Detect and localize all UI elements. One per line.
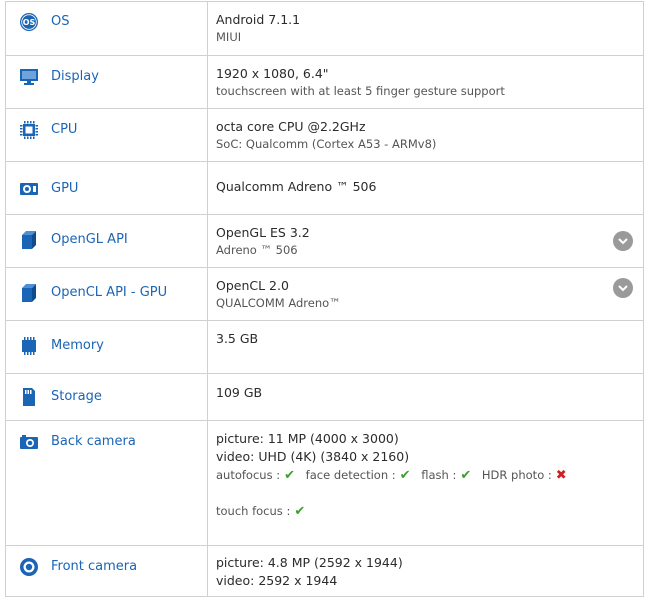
feature-hdr-photo: HDR photo : ✖ (481, 468, 567, 483)
cube-icon (18, 229, 40, 251)
opencl-version: OpenCL 2.0 (216, 278, 289, 293)
cpu-spec: octa core CPU @2.2GHz (216, 119, 366, 134)
row-label-display: Display (51, 69, 99, 84)
label-cell-storage: Storage (6, 374, 208, 420)
feature-flash: flash : ✔ (421, 468, 472, 483)
front-camera-icon (18, 556, 40, 578)
row-label-storage: Storage (51, 389, 102, 404)
front-camera-picture: picture: 4.8 MP (2592 x 1944) (216, 555, 403, 570)
label-cell-front-camera: Front camera (6, 546, 208, 596)
row-label-gpu: GPU (51, 181, 79, 196)
cross-icon: ✖ (555, 468, 567, 483)
back-camera-video: video: UHD (4K) (3840 x 2160) (216, 449, 410, 464)
value-cell-memory: 3.5 GB (208, 321, 643, 373)
value-cell-display: 1920 x 1080, 6.4" touchscreen with at le… (208, 56, 643, 108)
back-camera-picture: picture: 11 MP (4000 x 3000) (216, 431, 399, 446)
check-icon: ✔ (399, 468, 411, 483)
value-cell-storage: 109 GB (208, 374, 643, 420)
camera-icon (18, 431, 40, 453)
os-skin: MIUI (216, 30, 242, 44)
row-label-back-camera: Back camera (51, 434, 136, 449)
chevron-down-icon (618, 284, 628, 291)
value-cell-opengl: OpenGL ES 3.2 Adreno ™ 506 (208, 215, 643, 267)
row-label-memory: Memory (51, 338, 104, 353)
cube-icon (18, 282, 40, 304)
label-cell-display: Display (6, 56, 208, 108)
monitor-icon (18, 66, 40, 88)
row-label-cpu: CPU (51, 122, 78, 137)
label-cell-back-camera: Back camera (6, 421, 208, 545)
row-os: OS OS Android 7.1.1 MIUI (6, 2, 643, 55)
row-back-camera: Back camera picture: 11 MP (4000 x 3000)… (6, 420, 643, 545)
value-cell-back-camera: picture: 11 MP (4000 x 3000) video: UHD … (208, 421, 643, 545)
gpu-spec: Qualcomm Adreno ™ 506 (216, 179, 377, 194)
label-cell-opencl: OpenCL API - GPU (6, 268, 208, 320)
row-opengl: OpenGL API OpenGL ES 3.2 Adreno ™ 506 (6, 214, 643, 267)
front-camera-video: video: 2592 x 1944 (216, 573, 338, 588)
os-icon: OS (18, 11, 40, 33)
row-gpu: GPU Qualcomm Adreno ™ 506 (6, 161, 643, 214)
storage-size: 109 GB (216, 385, 263, 400)
check-icon: ✔ (284, 468, 296, 483)
row-label-os: OS (51, 14, 70, 29)
check-icon: ✔ (294, 504, 306, 519)
feature-touch-focus: touch focus : ✔ (216, 504, 306, 519)
opengl-version: OpenGL ES 3.2 (216, 225, 310, 240)
row-storage: Storage 109 GB (6, 373, 643, 420)
row-opencl: OpenCL API - GPU OpenCL 2.0 QUALCOMM Adr… (6, 267, 643, 320)
display-resolution: 1920 x 1080, 6.4" (216, 66, 329, 81)
label-cell-memory: Memory (6, 321, 208, 373)
row-label-opengl: OpenGL API (51, 232, 128, 247)
cpu-chip-icon (18, 119, 40, 141)
chevron-down-icon (618, 237, 628, 244)
expand-opencl-button[interactable] (613, 278, 633, 298)
row-cpu: CPU octa core CPU @2.2GHz SoC: Qualcomm … (6, 108, 643, 161)
row-label-front-camera: Front camera (51, 559, 138, 574)
back-camera-features: autofocus : ✔ face detection : ✔ flash : ✔ … (216, 466, 643, 485)
label-cell-gpu: GPU (6, 162, 208, 214)
feature-face-detection: face detection : ✔ (305, 468, 411, 483)
label-cell-cpu: CPU (6, 109, 208, 161)
label-cell-os: OS OS (6, 2, 208, 55)
feature-autofocus: autofocus : ✔ (216, 468, 296, 483)
memory-icon (18, 335, 40, 357)
expand-opengl-button[interactable] (613, 231, 633, 251)
os-version: Android 7.1.1 (216, 12, 301, 27)
label-cell-opengl: OpenGL API (6, 215, 208, 267)
spec-table: OS OS Android 7.1.1 MIUI Display 1920 x … (5, 1, 644, 597)
row-label-opencl: OpenCL API - GPU (51, 285, 168, 300)
opencl-device: QUALCOMM Adreno™ (216, 296, 341, 310)
gpu-icon (18, 178, 40, 200)
back-camera-touch-focus: touch focus : ✔ (216, 502, 643, 521)
row-memory: Memory 3.5 GB (6, 320, 643, 373)
sd-card-icon (18, 386, 40, 408)
value-cell-gpu: Qualcomm Adreno ™ 506 (208, 162, 643, 214)
value-cell-opencl: OpenCL 2.0 QUALCOMM Adreno™ (208, 268, 643, 320)
memory-size: 3.5 GB (216, 331, 259, 346)
display-touch: touchscreen with at least 5 finger gestu… (216, 84, 505, 98)
row-front-camera: Front camera picture: 4.8 MP (2592 x 194… (6, 545, 643, 596)
value-cell-os: Android 7.1.1 MIUI (208, 2, 643, 55)
row-display: Display 1920 x 1080, 6.4" touchscreen wi… (6, 55, 643, 108)
value-cell-cpu: octa core CPU @2.2GHz SoC: Qualcomm (Cor… (208, 109, 643, 161)
check-icon: ✔ (460, 468, 472, 483)
opengl-renderer: Adreno ™ 506 (216, 243, 298, 257)
svg-text:OS: OS (23, 18, 36, 27)
cpu-soc: SoC: Qualcomm (Cortex A53 - ARMv8) (216, 137, 437, 151)
value-cell-front-camera: picture: 4.8 MP (2592 x 1944) video: 259… (208, 546, 643, 596)
